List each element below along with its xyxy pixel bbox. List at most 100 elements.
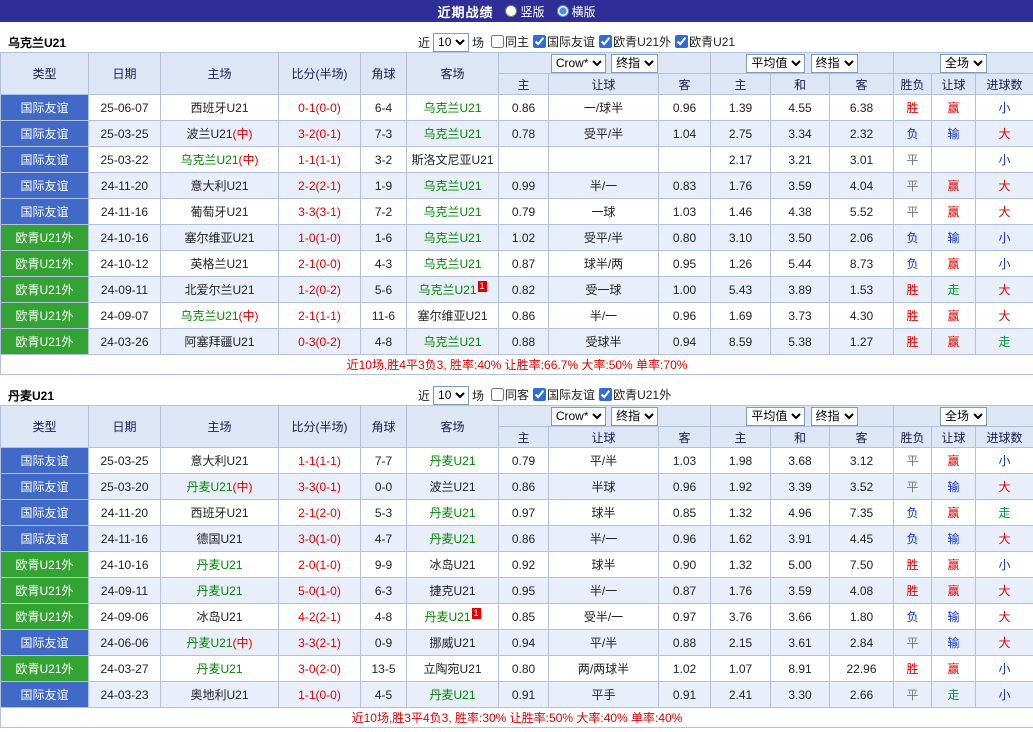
filter-checkbox[interactable]: 国际友谊 xyxy=(533,33,595,50)
filter-checkbox[interactable]: 同客 xyxy=(491,386,529,403)
home-team[interactable]: 乌克兰U21(中) xyxy=(160,146,279,173)
team-link[interactable]: 斯洛文尼亚U21 xyxy=(411,153,493,167)
home-team[interactable]: 冰岛U21 xyxy=(160,603,279,630)
away-team[interactable]: 丹麦U21 xyxy=(406,499,499,526)
checkbox-input[interactable] xyxy=(491,388,505,401)
home-team[interactable]: 西班牙U21 xyxy=(160,499,279,526)
home-team[interactable]: 意大利U21 xyxy=(160,172,279,199)
home-team[interactable]: 波兰U21(中) xyxy=(160,120,279,147)
away-team[interactable]: 乌克兰U21 xyxy=(406,120,499,147)
away-team[interactable]: 斯洛文尼亚U21 xyxy=(406,146,499,173)
layout-radio-vertical[interactable]: 竖版 xyxy=(505,3,545,20)
home-team[interactable]: 阿塞拜疆U21 xyxy=(160,328,279,355)
away-team[interactable]: 捷克U21 xyxy=(406,577,499,604)
horizontal-radio-input[interactable] xyxy=(556,5,569,17)
team-link[interactable]: 乌克兰U21 xyxy=(423,101,481,115)
away-team[interactable]: 丹麦U21 xyxy=(406,447,499,474)
layout-radio-horizontal[interactable]: 横版 xyxy=(556,3,596,20)
team-link[interactable]: 乌克兰U21 xyxy=(423,179,481,193)
team-link[interactable]: 丹麦U21 xyxy=(196,558,242,572)
home-team[interactable]: 丹麦U21(中) xyxy=(160,473,279,500)
odds-company-select[interactable]: Crow* xyxy=(550,406,606,426)
team-link[interactable]: 乌克兰U21 xyxy=(423,127,481,141)
team-link[interactable]: 捷克U21 xyxy=(429,584,475,598)
team-link[interactable]: 英格兰U21 xyxy=(190,257,248,271)
checkbox-input[interactable] xyxy=(599,388,613,401)
away-team[interactable]: 乌克兰U21 xyxy=(406,94,499,121)
checkbox-input[interactable] xyxy=(675,35,689,48)
checkbox-input[interactable] xyxy=(533,35,547,48)
home-team[interactable]: 西班牙U21 xyxy=(160,94,279,121)
average-index-select[interactable]: 终指 xyxy=(810,53,858,73)
average-index-select[interactable]: 终指 xyxy=(810,406,858,426)
away-team[interactable]: 丹麦U21 1 xyxy=(406,603,499,630)
team-link[interactable]: 立陶宛U21 xyxy=(423,662,481,676)
checkbox-input[interactable] xyxy=(491,35,505,48)
team-link[interactable]: 波兰U21 xyxy=(429,480,475,494)
team-link[interactable]: 丹麦U21 xyxy=(186,480,232,494)
odds-company-select[interactable]: Crow* xyxy=(550,53,606,73)
home-team[interactable]: 北爱尔兰U21 xyxy=(160,276,279,303)
filter-checkbox[interactable]: 国际友谊 xyxy=(533,386,595,403)
team-link[interactable]: 乌克兰U21 xyxy=(423,335,481,349)
team-link[interactable]: 波兰U21 xyxy=(186,127,232,141)
home-team[interactable]: 丹麦U21 xyxy=(160,655,279,682)
away-team[interactable]: 波兰U21 xyxy=(406,473,499,500)
away-team[interactable]: 乌克兰U21 xyxy=(406,224,499,251)
home-team[interactable]: 德国U21 xyxy=(160,525,279,552)
team-link[interactable]: 奥地利U21 xyxy=(190,688,248,702)
team-link[interactable]: 丹麦U21 xyxy=(424,610,470,624)
team-link[interactable]: 乌克兰U21 xyxy=(423,231,481,245)
team-link[interactable]: 北爱尔兰U21 xyxy=(184,283,254,297)
team-link[interactable]: 丹麦U21 xyxy=(196,662,242,676)
home-team[interactable]: 乌克兰U21(中) xyxy=(160,302,279,329)
team-link[interactable]: 丹麦U21 xyxy=(429,688,475,702)
home-team[interactable]: 意大利U21 xyxy=(160,447,279,474)
home-team[interactable]: 丹麦U21 xyxy=(160,577,279,604)
home-team[interactable]: 丹麦U21(中) xyxy=(160,629,279,656)
average-select[interactable]: 平均值 xyxy=(746,406,806,426)
team-link[interactable]: 西班牙U21 xyxy=(190,101,248,115)
filter-checkbox[interactable]: 欧青U21外 xyxy=(599,33,671,50)
away-team[interactable]: 乌克兰U21 xyxy=(406,198,499,225)
away-team[interactable]: 丹麦U21 xyxy=(406,681,499,708)
team-link[interactable]: 阿塞拜疆U21 xyxy=(184,335,254,349)
fulltime-select[interactable]: 全场 xyxy=(940,53,988,73)
team-link[interactable]: 西班牙U21 xyxy=(190,506,248,520)
odds-index-select[interactable]: 终指 xyxy=(611,406,659,426)
home-team[interactable]: 塞尔维亚U21 xyxy=(160,224,279,251)
team-link[interactable]: 乌克兰U21 xyxy=(180,153,238,167)
team-link[interactable]: 乌克兰U21 xyxy=(180,309,238,323)
fulltime-select[interactable]: 全场 xyxy=(940,406,988,426)
away-team[interactable]: 乌克兰U21 xyxy=(406,172,499,199)
team-link[interactable]: 德国U21 xyxy=(196,532,242,546)
team-link[interactable]: 意大利U21 xyxy=(190,454,248,468)
home-team[interactable]: 丹麦U21 xyxy=(160,551,279,578)
home-team[interactable]: 葡萄牙U21 xyxy=(160,198,279,225)
away-team[interactable]: 乌克兰U21 xyxy=(406,250,499,277)
team-link[interactable]: 丹麦U21 xyxy=(429,532,475,546)
team-link[interactable]: 乌克兰U21 xyxy=(423,257,481,271)
away-team[interactable]: 挪威U21 xyxy=(406,629,499,656)
home-team[interactable]: 奥地利U21 xyxy=(160,681,279,708)
away-team[interactable]: 丹麦U21 xyxy=(406,525,499,552)
checkbox-input[interactable] xyxy=(599,35,613,48)
vertical-radio-input[interactable] xyxy=(505,5,518,17)
team-link[interactable]: 意大利U21 xyxy=(190,179,248,193)
team-link[interactable]: 丹麦U21 xyxy=(429,506,475,520)
team-link[interactable]: 丹麦U21 xyxy=(196,584,242,598)
filter-checkbox[interactable]: 欧青U21外 xyxy=(599,386,671,403)
average-select[interactable]: 平均值 xyxy=(746,53,806,73)
checkbox-input[interactable] xyxy=(533,388,547,401)
away-team[interactable]: 乌克兰U21 1 xyxy=(406,276,499,303)
match-count-select[interactable]: 10 xyxy=(433,32,470,52)
odds-index-select[interactable]: 终指 xyxy=(611,53,659,73)
away-team[interactable]: 乌克兰U21 xyxy=(406,328,499,355)
filter-checkbox[interactable]: 欧青U21 xyxy=(675,33,735,50)
filter-checkbox[interactable]: 同主 xyxy=(491,33,529,50)
match-count-select[interactable]: 10 xyxy=(433,385,470,405)
away-team[interactable]: 冰岛U21 xyxy=(406,551,499,578)
team-link[interactable]: 丹麦U21 xyxy=(186,636,232,650)
team-link[interactable]: 丹麦U21 xyxy=(429,454,475,468)
team-link[interactable]: 葡萄牙U21 xyxy=(190,205,248,219)
